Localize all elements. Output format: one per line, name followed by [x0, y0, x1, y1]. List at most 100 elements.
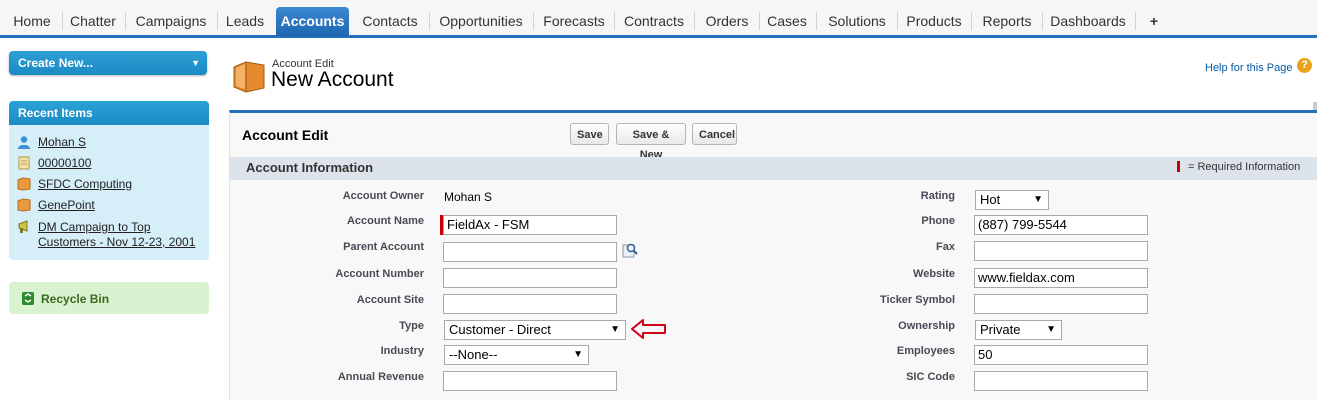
required-marker [1177, 161, 1180, 172]
recycle-bin-label: Recycle Bin [41, 292, 110, 306]
website-input[interactable]: www.fieldax.com [974, 268, 1148, 288]
page-title: New Account [271, 68, 394, 91]
type-select-value: Customer - Direct [449, 322, 551, 337]
tab-opportunities[interactable]: Opportunities [434, 7, 528, 35]
tab-separator [1135, 12, 1136, 30]
account-owner-value: Mohan S [444, 190, 493, 204]
tab-separator [429, 12, 430, 30]
tab-accounts[interactable]: Accounts [276, 7, 349, 36]
chevron-down-icon: ▼ [1033, 194, 1043, 205]
help-link[interactable]: Help for this Page [1205, 62, 1292, 74]
tab-separator [533, 12, 534, 30]
tab-chatter[interactable]: Chatter [66, 7, 120, 35]
tab-contracts[interactable]: Contracts [619, 7, 689, 35]
ticker-symbol-input[interactable] [974, 294, 1148, 314]
parent-account-input[interactable] [443, 242, 617, 262]
recycle-bin-icon [20, 290, 36, 309]
add-tab-icon[interactable]: + [1142, 7, 1166, 35]
employees-input[interactable]: 50 [974, 345, 1148, 365]
tab-home[interactable]: Home [6, 7, 58, 35]
tab-cases[interactable]: Cases [763, 7, 811, 35]
tab-separator [759, 12, 760, 30]
tab-leads[interactable]: Leads [221, 7, 269, 35]
industry-select-value: --None-- [449, 347, 498, 362]
tab-products[interactable]: Products [901, 7, 967, 35]
help-icon[interactable]: ? [1297, 58, 1312, 73]
label-account-number: Account Number [335, 268, 424, 280]
label-account-name: Account Name [346, 215, 424, 227]
fax-input[interactable] [974, 241, 1148, 261]
cancel-button[interactable]: Cancel [692, 123, 737, 145]
tab-solutions[interactable]: Solutions [821, 7, 893, 35]
tab-separator [816, 12, 817, 30]
chevron-down-icon: ▼ [610, 324, 620, 335]
label-website: Website [913, 268, 955, 280]
tab-separator [694, 12, 695, 30]
label-ticker-symbol: Ticker Symbol [880, 294, 955, 306]
left-arrow-icon [630, 318, 668, 343]
required-info-legend: = Required Information [1188, 161, 1301, 173]
folder-icon [17, 198, 31, 212]
recent-items-title: Recent Items [9, 101, 209, 125]
tab-orders[interactable]: Orders [699, 7, 755, 35]
annual-revenue-input[interactable] [443, 371, 617, 391]
document-icon [17, 156, 31, 170]
recent-item-label[interactable]: GenePoint [38, 198, 95, 213]
account-site-input[interactable] [443, 294, 617, 314]
create-new-button[interactable]: Create New... ▼ [9, 51, 207, 75]
recycle-bin[interactable]: Recycle Bin [9, 282, 209, 314]
tab-dashboards[interactable]: Dashboards [1046, 7, 1130, 35]
sic-code-input[interactable] [974, 371, 1148, 391]
tab-reports[interactable]: Reports [976, 7, 1038, 35]
recent-items-panel: Recent Items Mohan S 00000100 SFDC Compu… [9, 101, 209, 260]
recent-item-label[interactable]: DM Campaign to Top Customers - Nov 12-23… [38, 220, 206, 250]
tab-separator [1042, 12, 1043, 30]
phone-input[interactable]: (887) 799-5544 [974, 215, 1148, 235]
tab-separator [217, 12, 218, 30]
ownership-select-value: Private [980, 322, 1021, 337]
tab-separator [62, 12, 63, 30]
label-employees: Employees [896, 345, 955, 357]
label-fax: Fax [936, 241, 955, 253]
label-parent-account: Parent Account [343, 241, 424, 253]
label-industry: Industry [380, 345, 424, 357]
panel-title: Account Edit [242, 127, 329, 143]
label-type: Type [399, 320, 424, 332]
label-ownership: Ownership [898, 320, 955, 332]
tab-campaigns[interactable]: Campaigns [130, 7, 212, 35]
label-phone: Phone [921, 215, 955, 227]
recent-item-label[interactable]: SFDC Computing [38, 177, 132, 192]
chevron-down-icon: ▼ [1046, 324, 1056, 335]
label-account-owner: Account Owner [342, 190, 424, 202]
chevron-down-icon: ▼ [573, 349, 583, 360]
tab-separator [125, 12, 126, 30]
top-nav-tabs: Home Chatter Campaigns Leads Accounts Co… [0, 0, 1317, 38]
tab-forecasts[interactable]: Forecasts [538, 7, 610, 35]
save-and-new-button[interactable]: Save & New [616, 123, 686, 161]
label-sic-code: SIC Code [906, 371, 955, 383]
type-select[interactable]: Customer - Direct ▼ [444, 320, 626, 340]
tab-separator [971, 12, 972, 30]
label-account-site: Account Site [356, 294, 424, 306]
tab-contacts[interactable]: Contacts [356, 7, 424, 35]
section-title: Account Information [246, 160, 374, 175]
folder-icon [17, 177, 31, 191]
tab-separator [614, 12, 615, 30]
save-button[interactable]: Save [570, 123, 609, 145]
industry-select[interactable]: --None-- ▼ [444, 345, 589, 365]
label-rating: Rating [920, 190, 955, 202]
lookup-icon[interactable] [622, 242, 638, 261]
section-header [230, 157, 1317, 180]
recent-item-label[interactable]: 00000100 [38, 156, 91, 171]
chevron-down-icon: ▼ [191, 58, 200, 68]
label-annual-revenue: Annual Revenue [337, 371, 424, 383]
user-icon [17, 135, 31, 149]
ownership-select[interactable]: Private ▼ [975, 320, 1062, 340]
account-number-input[interactable] [443, 268, 617, 288]
account-name-input[interactable]: FieldAx - FSM [443, 215, 617, 235]
rating-select-value: Hot [980, 192, 1001, 207]
campaign-icon [17, 220, 31, 234]
rating-select[interactable]: Hot ▼ [975, 190, 1049, 210]
recent-item-label[interactable]: Mohan S [38, 135, 86, 150]
recent-item[interactable]: DM Campaign to Top Customers - Nov 12-23… [17, 220, 207, 250]
